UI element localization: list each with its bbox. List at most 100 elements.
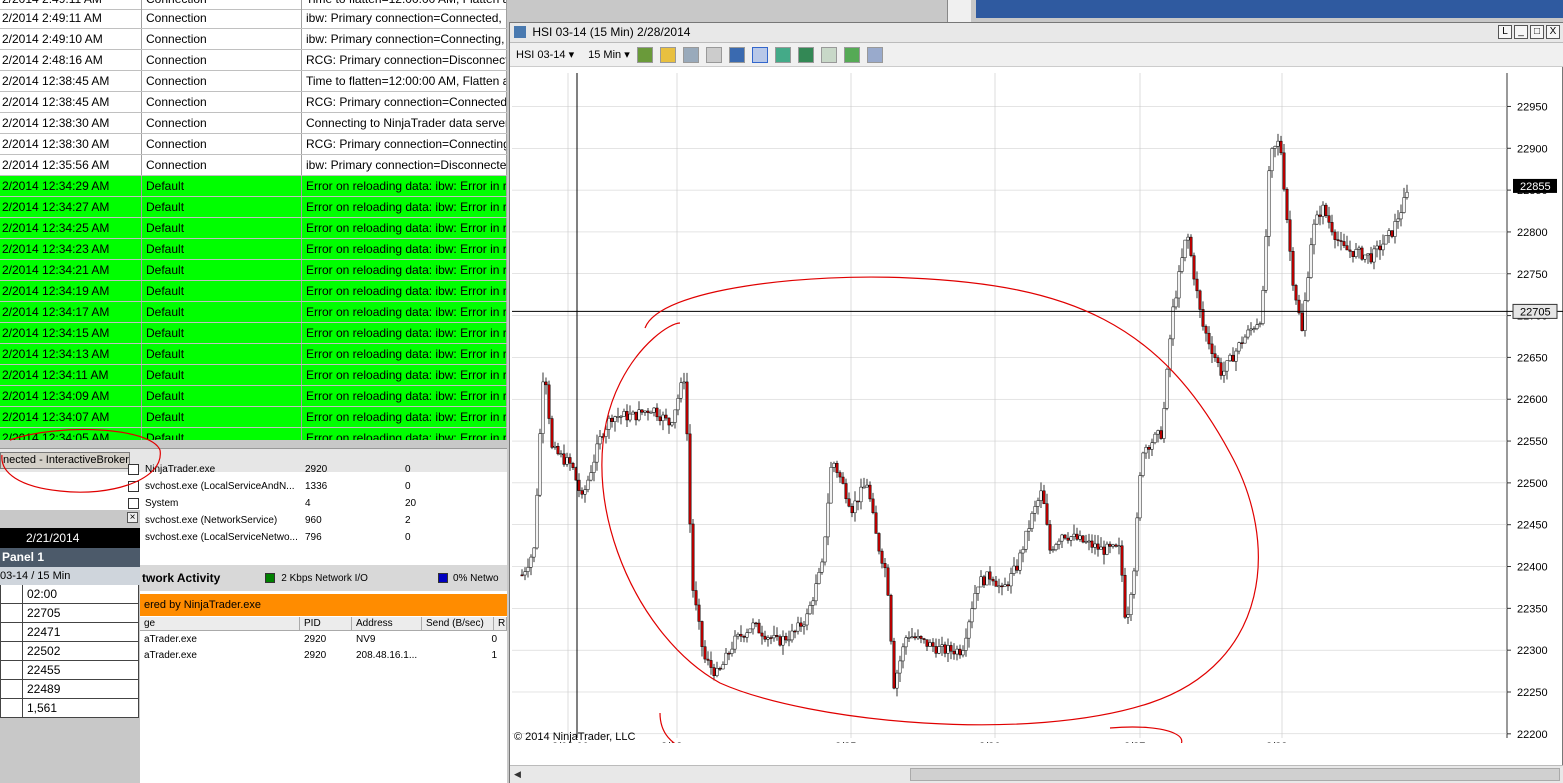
column-header[interactable]: Address (352, 617, 422, 630)
candle-body (754, 622, 758, 625)
process-row[interactable]: svchost.exe (NetworkService) 960 2 (128, 515, 411, 526)
candle-body (778, 636, 782, 646)
candle-body (964, 637, 968, 651)
candle-body (589, 472, 593, 481)
candle-body (1054, 544, 1058, 550)
scroll-left-arrow-icon[interactable]: ◀ (514, 769, 521, 780)
log-row[interactable]: 2/2014 12:34:09 AM Default Error on reload… (0, 386, 507, 407)
candle-body (1066, 537, 1070, 541)
candle-body (1390, 230, 1394, 237)
log-time: 2/2014 12:34:17 AM (0, 302, 142, 322)
candle-body (988, 571, 992, 580)
candle-body (670, 422, 674, 426)
candle-body (871, 498, 875, 513)
candle-body (1333, 231, 1337, 240)
process-row[interactable]: svchost.exe (LocalServiceNetwo... 796 0 (128, 532, 411, 543)
price-chart[interactable]: 22200 22250 22300 22350 22400 22450 22500 22550… (510, 23, 1563, 743)
log-row[interactable]: 2/2014 12:34:29 AM Default Error on reload… (0, 176, 507, 197)
candle-body (1120, 545, 1124, 576)
log-row[interactable]: 2/2014 12:34:27 AM Default Error on reload… (0, 197, 507, 218)
log-row[interactable]: 2/2014 2:49:11 AM Connection ibw: Primary … (0, 8, 507, 29)
log-message: Error on reloading data: ibw: Error in r… (302, 197, 507, 217)
price-tick-label: 22200 (1517, 729, 1548, 741)
background-window-titlebar (976, 0, 1563, 18)
log-row[interactable]: 2/2014 12:38:30 AM Connection RCG: Primary… (0, 134, 507, 155)
candle-body (832, 462, 836, 468)
candle-body (646, 410, 650, 413)
log-row[interactable]: 2/2014 2:49:10 AM Connection ibw: Primary … (0, 29, 507, 50)
column-header[interactable]: R (494, 617, 507, 630)
candle-body (697, 604, 701, 622)
candle-body (1360, 247, 1364, 260)
column-header[interactable]: PID (300, 617, 352, 630)
last-price-label: 22855 (1520, 181, 1551, 193)
data-window-date: 2/21/2014 (0, 528, 140, 548)
log-row[interactable]: 2/2014 12:38:30 AM Connection Connecting t… (0, 113, 507, 134)
candle-body (982, 576, 986, 586)
candle-body (1255, 324, 1259, 329)
candle-body (736, 633, 740, 637)
log-row[interactable]: 2/2014 12:34:17 AM Default Error on reload… (0, 302, 507, 323)
chart-window[interactable]: HSI 03-14 (15 Min) 2/28/2014 L _ □ X HSI… (509, 22, 1563, 783)
candle-body (1096, 543, 1100, 550)
candle-body (835, 462, 839, 473)
candle-body (1234, 350, 1238, 362)
log-time: 2/2014 12:34:19 AM (0, 281, 142, 301)
candle-body (1345, 245, 1349, 251)
candle-body (523, 571, 527, 576)
log-category: Connection (142, 113, 302, 133)
log-category: Connection (142, 29, 302, 49)
candle-body (1363, 254, 1367, 260)
candle-body (943, 644, 947, 654)
network-activity-header[interactable]: twork Activity 2 Kbps Network I/O 0% Net… (140, 565, 507, 591)
candle-body (622, 411, 626, 417)
log-row[interactable]: 2/2014 12:34:21 AM Default Error on reload… (0, 260, 507, 281)
log-time: 2/2014 2:48:16 AM (0, 50, 142, 70)
network-activity-title: twork Activity (142, 571, 221, 585)
chart-horizontal-scrollbar[interactable]: ◀ (510, 765, 1563, 783)
candle-body (706, 658, 710, 661)
data-window-row: 22471 (0, 623, 139, 642)
data-window-value: 22489 (27, 682, 61, 696)
candle-body (1105, 543, 1109, 555)
candle-body (625, 411, 629, 421)
candle-body (775, 635, 779, 637)
log-row[interactable]: 2/2014 12:34:13 AM Default Error on reload… (0, 344, 507, 365)
log-category: Connection (142, 71, 302, 91)
network-row[interactable]: aTrader.exe 2920 208.48.16.1... 1 (140, 648, 507, 664)
column-header[interactable]: Send (B/sec) (422, 617, 494, 630)
price-tick-label: 22300 (1517, 645, 1548, 657)
column-header[interactable]: ge (140, 617, 300, 630)
candle-body (1378, 245, 1382, 251)
candle-body (682, 381, 686, 384)
candle-body (751, 622, 755, 630)
log-row[interactable]: 2/2014 2:48:16 AM Connection RCG: Primary … (0, 50, 507, 71)
candle-body (529, 556, 533, 568)
candle-body (1195, 278, 1199, 292)
log-row[interactable]: 2/2014 12:38:45 AM Connection RCG: Primary… (0, 92, 507, 113)
log-row[interactable]: 2/2014 12:34:19 AM Default Error on reload… (0, 281, 507, 302)
network-row[interactable]: aTrader.exe 2920 NV9 0 (140, 632, 507, 648)
candle-body (703, 646, 707, 660)
process-value: 20 (405, 498, 417, 509)
log-category: Default (142, 344, 302, 364)
log-row[interactable]: 2/2014 12:35:56 AM Connection ibw: Primary… (0, 155, 507, 176)
candle-body (742, 636, 746, 638)
candle-body (592, 461, 596, 473)
candle-body (1099, 546, 1103, 550)
data-window-close-button[interactable]: × (127, 512, 138, 523)
candle-body (649, 412, 653, 414)
data-window-label (1, 623, 23, 641)
scroll-thumb[interactable] (910, 768, 1560, 781)
candle-body (1012, 565, 1016, 574)
log-row[interactable]: 2/2014 12:34:15 AM Default Error on reload… (0, 323, 507, 344)
log-row[interactable]: 2/2014 12:34:25 AM Default Error on reload… (0, 218, 507, 239)
candle-body (1132, 570, 1136, 595)
candle-body (526, 567, 530, 572)
log-row[interactable]: 2/2014 12:34:11 AM Default Error on reload… (0, 365, 507, 386)
log-row[interactable]: 2/2014 12:38:45 AM Connection Time to flat… (0, 71, 507, 92)
log-row[interactable]: 2/2014 12:34:23 AM Default Error on reload… (0, 239, 507, 260)
background-window-edge (947, 0, 971, 22)
price-tick-label: 22400 (1517, 562, 1548, 574)
log-message: ibw: Primary connection=Disconnected, (302, 155, 507, 175)
